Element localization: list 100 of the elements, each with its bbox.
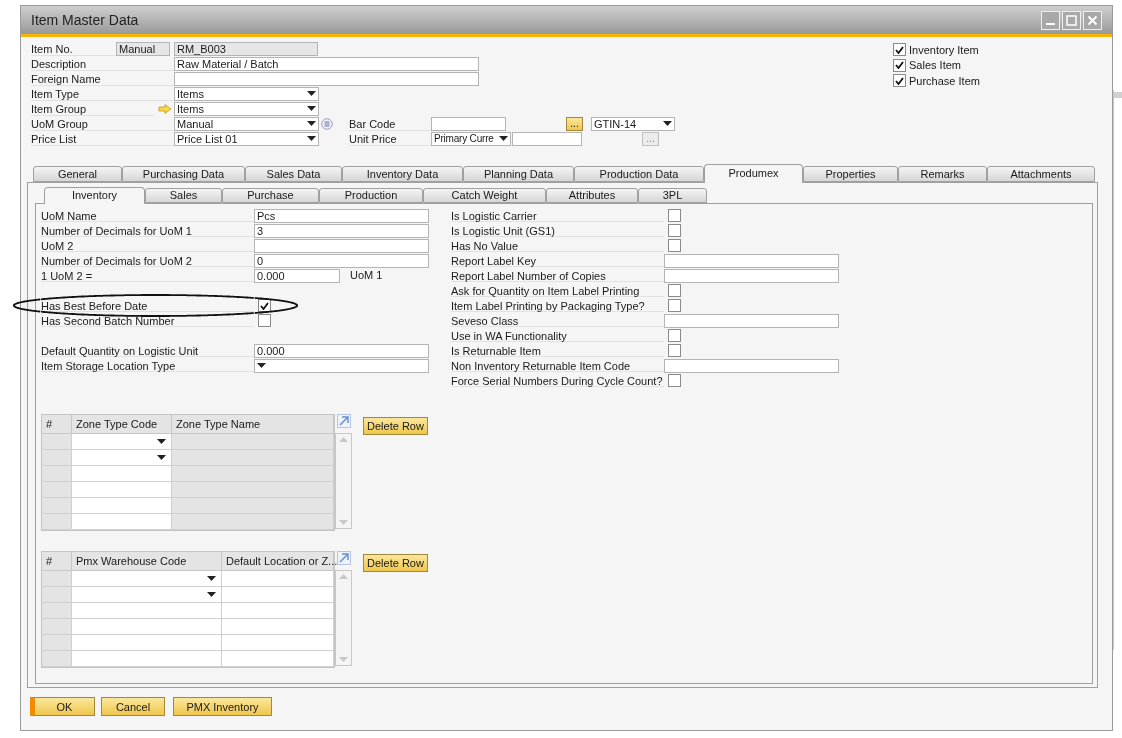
checkbox[interactable] [668,374,681,387]
column-header[interactable]: Zone Type Code [72,415,172,434]
table-cell[interactable] [222,635,334,651]
checkbox[interactable] [668,284,681,297]
tab[interactable]: Sales [145,188,222,203]
bar-code-type-dropdown[interactable]: GTIN-14 [591,116,675,131]
input-field[interactable]: 0 [254,253,429,268]
currency-dropdown[interactable]: Primary Curre [431,131,511,146]
tab[interactable]: Catch Weight [423,188,546,203]
input-field[interactable] [664,268,839,283]
column-header[interactable]: Pmx Warehouse Code [72,552,222,571]
dialog-button[interactable]: Cancel [101,697,165,716]
item-type-dropdown[interactable]: Items [174,86,319,101]
maximize-icon [1066,14,1077,26]
input-field[interactable] [664,253,839,268]
bar-code-field[interactable] [431,116,506,131]
browse-button[interactable]: ... [566,116,583,131]
delete-row-button[interactable]: Delete Row [363,417,428,435]
dialog-button[interactable]: PMX Inventory [173,697,272,716]
scrollbar[interactable] [335,570,352,666]
checkbox[interactable] [668,239,681,252]
dropdown-arrow-icon [207,592,216,597]
input-field[interactable]: Pcs [254,208,429,223]
dropdown[interactable] [254,358,429,373]
close-icon [1087,14,1098,26]
unit-price-field[interactable] [512,131,582,146]
table-cell[interactable] [72,450,172,466]
field-label: Report Label Key [451,254,664,267]
field-label: UoM 2 [41,239,254,252]
checkbox[interactable] [893,43,906,57]
tab[interactable]: 3PL [638,188,707,203]
tab[interactable]: Attributes [546,188,638,203]
input-field[interactable]: 0.000 [254,268,340,283]
foreign-name-field[interactable] [174,71,479,86]
series-field[interactable]: Manual [116,41,170,56]
dropdown-arrow-icon [307,91,316,96]
table-cell[interactable] [222,571,334,587]
description-field[interactable]: Raw Material / Batch [174,56,479,71]
column-header[interactable]: # [42,552,72,571]
tab[interactable]: Purchasing Data [122,166,245,182]
dropdown-arrow-icon [307,106,316,111]
table-cell[interactable] [72,571,222,587]
delete-row-button[interactable]: Delete Row [363,554,428,572]
checkbox[interactable] [668,329,681,342]
maximize-button[interactable] [1062,10,1081,30]
item-number-field[interactable]: RM_B003 [174,41,318,56]
input-field[interactable] [664,313,839,328]
tab[interactable]: General [33,166,122,182]
table-cell[interactable] [222,603,334,619]
checkbox[interactable] [668,299,681,312]
item-group-dropdown[interactable]: Items [174,101,319,116]
scroll-up-icon [338,573,349,580]
table-cell[interactable] [72,651,222,667]
field-label: Ask for Quantity on Item Label Printing [451,284,664,297]
tab[interactable]: Production Data [574,166,704,182]
field-label: Report Label Number of Copies [451,269,664,282]
close-button[interactable] [1083,10,1102,30]
tab[interactable]: Production [319,188,423,203]
checkbox[interactable] [893,74,906,88]
column-header[interactable]: # [42,415,72,434]
input-field[interactable] [254,238,429,253]
tab[interactable]: Purchase [222,188,319,203]
table-cell[interactable] [72,498,172,514]
tab[interactable]: Attachments [987,166,1095,182]
table-cell[interactable] [72,619,222,635]
dialog-button[interactable]: OK [30,697,95,716]
dropdown-arrow-icon [307,136,316,141]
scrollbar[interactable] [335,433,352,529]
tab[interactable]: Sales Data [245,166,342,182]
table-cell[interactable] [72,587,222,603]
table-cell[interactable] [222,651,334,667]
checkbox[interactable] [668,344,681,357]
field-label: Is Returnable Item [451,344,664,357]
tab[interactable]: Inventory [44,187,145,204]
tab[interactable]: Properties [803,166,898,182]
table-cell[interactable] [72,466,172,482]
checkbox[interactable] [668,224,681,237]
input-field[interactable]: 3 [254,223,429,238]
checkbox[interactable] [893,58,906,72]
tab[interactable]: Remarks [898,166,987,182]
field-label: Has Best Before Date [41,299,254,312]
checkbox[interactable] [258,314,271,327]
tab[interactable]: Planning Data [463,166,574,182]
uom-group-dropdown[interactable]: Manual [174,116,319,131]
table-cell[interactable] [72,603,222,619]
minimize-button[interactable] [1041,10,1060,30]
table-cell[interactable] [222,587,334,603]
table-cell[interactable] [72,514,172,530]
checkbox[interactable] [668,209,681,222]
tab[interactable]: Inventory Data [342,166,463,182]
input-field[interactable] [664,358,839,373]
column-header[interactable]: Zone Type Name [172,415,334,434]
tab[interactable]: Produmex [704,164,803,183]
table-cell[interactable] [72,434,172,450]
table-cell[interactable] [222,619,334,635]
input-field[interactable]: 0.000 [254,343,429,358]
table-cell[interactable] [72,482,172,498]
table-cell[interactable] [72,635,222,651]
field-label: Has Second Batch Number [41,314,254,327]
price-list-dropdown[interactable]: Price List 01 [174,131,319,146]
